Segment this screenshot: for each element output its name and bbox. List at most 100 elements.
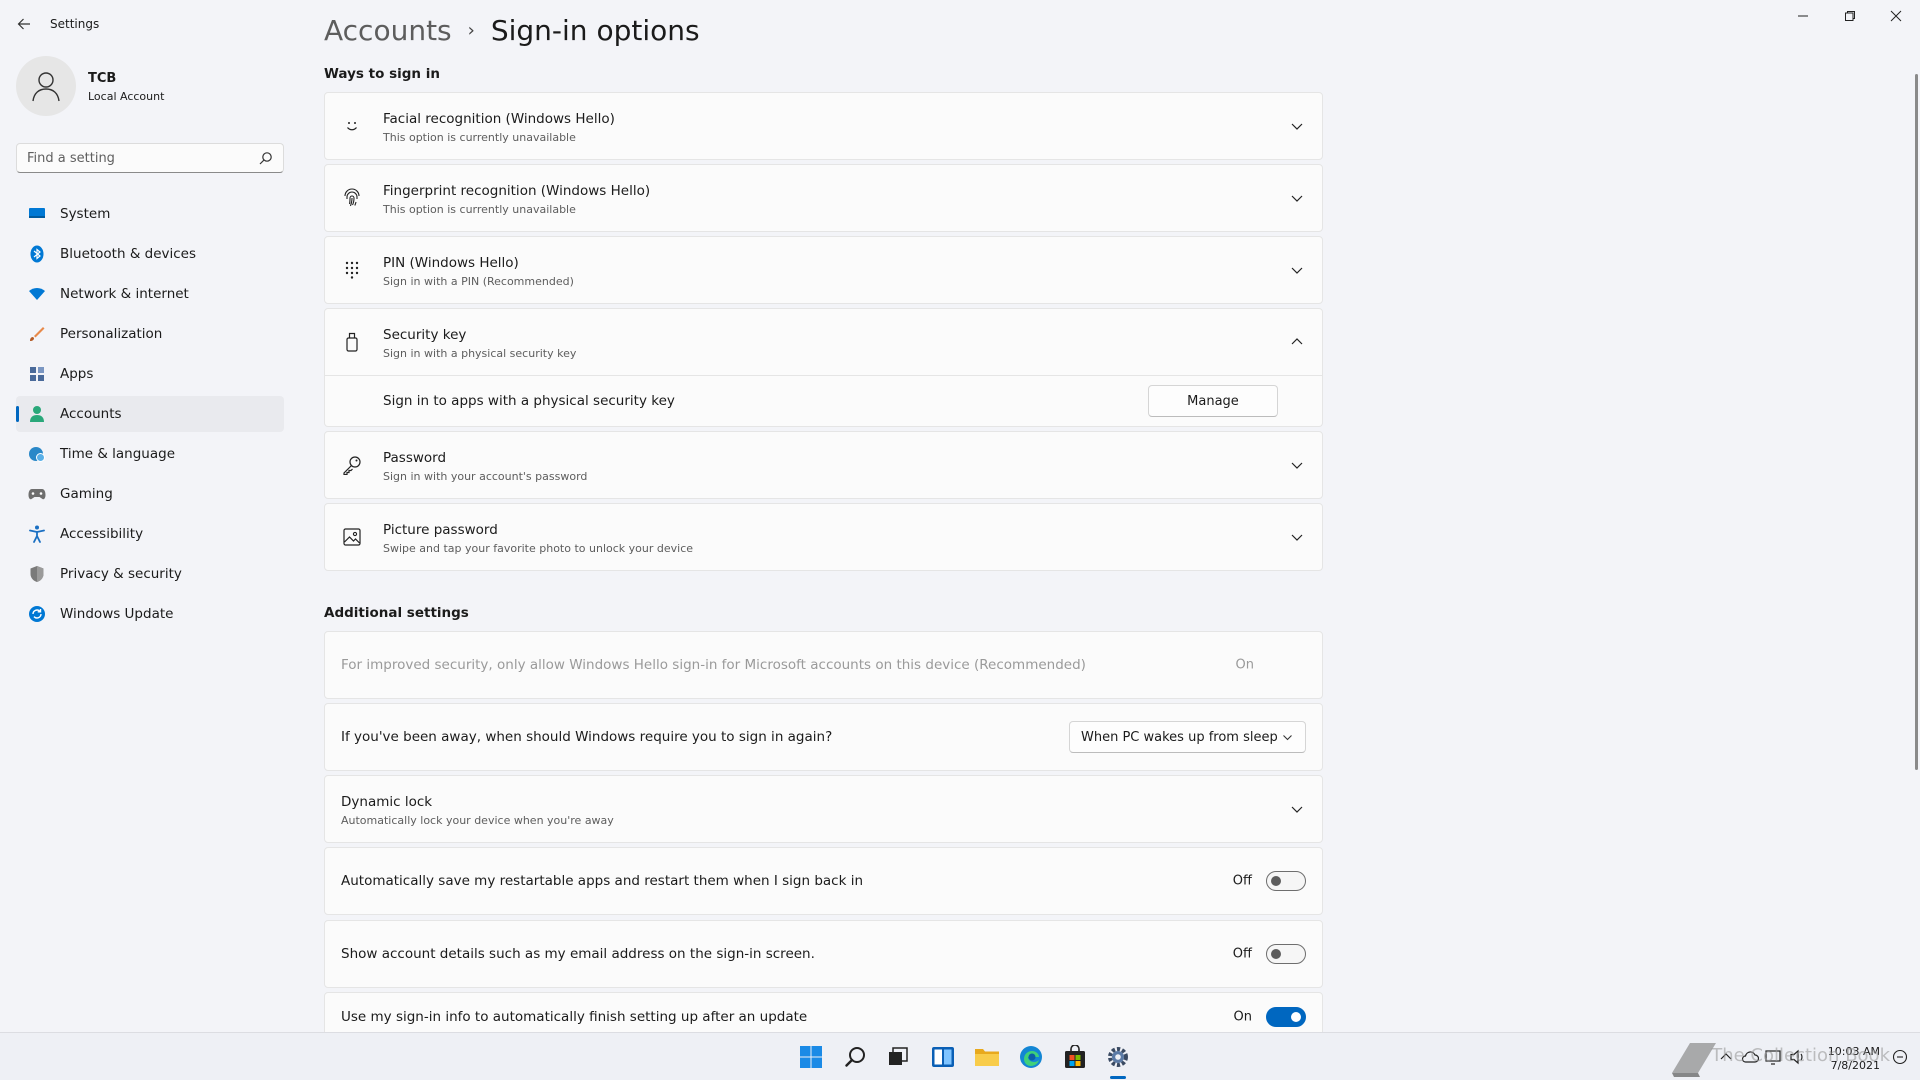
dynamic-lock-title: Dynamic lock	[341, 794, 433, 810]
taskbar-search-button[interactable]	[843, 1044, 869, 1070]
breadcrumb: Accounts › Sign-in options	[324, 10, 700, 50]
section-title-additional: Additional settings	[324, 605, 469, 621]
person-icon	[28, 405, 46, 423]
search-icon[interactable]	[259, 151, 273, 165]
task-view-button[interactable]	[885, 1044, 911, 1070]
breadcrumb-parent-link[interactable]: Accounts	[324, 14, 452, 47]
dynamic-lock-setting[interactable]: Dynamic lock Automatically lock your dev…	[324, 775, 1323, 843]
sidebar-item-label: Personalization	[60, 326, 163, 342]
sidebar-item-label: Accounts	[60, 406, 122, 422]
file-explorer-button[interactable]	[974, 1044, 1000, 1070]
chevron-up-icon[interactable]	[1290, 335, 1304, 349]
require-signin-value: When PC wakes up from sleep	[1081, 730, 1278, 745]
account-details-setting: Show account details such as my email ad…	[324, 920, 1323, 988]
user-profile[interactable]: TCB Local Account	[16, 56, 276, 120]
sidebar-item-label: Accessibility	[60, 526, 144, 542]
edge-browser-button[interactable]	[1018, 1044, 1044, 1070]
avatar	[16, 56, 76, 116]
chevron-down-icon[interactable]	[1290, 530, 1304, 544]
picture-icon	[341, 526, 363, 548]
signin-option-facial[interactable]: Facial recognition (Windows Hello) This …	[324, 92, 1323, 160]
gamepad-icon	[28, 485, 46, 503]
restart-apps-toggle[interactable]	[1266, 871, 1306, 891]
restore-button[interactable]	[1827, 0, 1873, 32]
sidebar-item-system[interactable]: System	[16, 196, 284, 232]
hello-only-state: On	[1235, 657, 1254, 673]
sidebar-item-windows-update[interactable]: Windows Update	[16, 596, 284, 632]
option-title: Facial recognition (Windows Hello)	[383, 111, 615, 127]
option-subtitle: Sign in with a physical security key	[383, 347, 577, 360]
restart-apps-label: Automatically save my restartable apps a…	[341, 873, 864, 889]
minimize-button[interactable]	[1780, 0, 1826, 32]
option-title: Fingerprint recognition (Windows Hello)	[383, 183, 651, 199]
sidebar-item-time-language[interactable]: Time & language	[16, 436, 284, 472]
store-button[interactable]	[1062, 1044, 1088, 1070]
option-subtitle: Sign in with your account's password	[383, 470, 588, 483]
chevron-down-icon[interactable]	[1290, 191, 1304, 205]
settings-app-button[interactable]	[1105, 1044, 1131, 1070]
brush-icon	[28, 325, 46, 343]
monitor-icon	[28, 205, 46, 223]
option-title: Security key	[383, 327, 467, 343]
security-key-detail-row: Sign in to apps with a physical security…	[324, 376, 1323, 427]
chevron-down-icon[interactable]	[1290, 119, 1304, 133]
breadcrumb-separator: ›	[467, 19, 475, 41]
signin-option-security-key[interactable]: Security key Sign in with a physical sec…	[324, 308, 1323, 376]
sidebar-item-accounts[interactable]: Accounts	[16, 396, 284, 432]
account-details-toggle[interactable]	[1266, 944, 1306, 964]
accessibility-icon	[28, 525, 46, 543]
signin-option-password[interactable]: Password Sign in with your account's pas…	[324, 431, 1323, 499]
sidebar-item-apps[interactable]: Apps	[16, 356, 284, 392]
signin-option-picture-password[interactable]: Picture password Swipe and tap your favo…	[324, 503, 1323, 571]
sidebar-item-label: Gaming	[60, 486, 113, 502]
hello-only-setting: For improved security, only allow Window…	[324, 631, 1323, 699]
title-bar: Settings	[0, 0, 1920, 48]
sidebar-nav: System Bluetooth & devices Network & int…	[16, 196, 284, 636]
close-button[interactable]	[1873, 0, 1919, 32]
sidebar-item-gaming[interactable]: Gaming	[16, 476, 284, 512]
search-input[interactable]	[17, 144, 247, 172]
toggle-knob	[1271, 876, 1281, 886]
finish-setup-toggle[interactable]	[1266, 1006, 1306, 1027]
notification-icon[interactable]	[1890, 1047, 1910, 1067]
sidebar-item-network[interactable]: Network & internet	[16, 276, 284, 312]
bluetooth-icon	[28, 245, 46, 263]
apps-icon	[28, 365, 46, 383]
security-key-detail-label: Sign in to apps with a physical security…	[383, 393, 675, 409]
widgets-button[interactable]	[930, 1044, 956, 1070]
widgets-icon	[932, 1047, 954, 1067]
finish-setup-label: Use my sign-in info to automatically fin…	[341, 1008, 808, 1025]
chevron-down-icon[interactable]	[1290, 802, 1304, 816]
signin-option-pin[interactable]: PIN (Windows Hello) Sign in with a PIN (…	[324, 236, 1323, 304]
start-button[interactable]	[798, 1044, 824, 1070]
option-title: PIN (Windows Hello)	[383, 255, 519, 271]
option-subtitle: This option is currently unavailable	[383, 131, 576, 144]
option-title: Password	[383, 450, 447, 466]
edge-icon	[1020, 1046, 1042, 1068]
store-icon	[1065, 1045, 1085, 1068]
search-icon	[845, 1047, 865, 1067]
finish-setup-state: On	[1233, 1009, 1252, 1025]
account-details-label: Show account details such as my email ad…	[341, 946, 815, 962]
account-details-state: Off	[1232, 946, 1252, 962]
chevron-down-icon[interactable]	[1290, 458, 1304, 472]
option-subtitle: Sign in with a PIN (Recommended)	[383, 275, 574, 288]
option-subtitle: Swipe and tap your favorite photo to unl…	[383, 542, 694, 555]
sidebar-item-accessibility[interactable]: Accessibility	[16, 516, 284, 552]
back-button[interactable]	[12, 12, 36, 36]
taskbar: 10:03 AM 7/8/2021 The Collection Book	[0, 1032, 1920, 1080]
gear-icon	[1108, 1047, 1128, 1067]
update-icon	[28, 605, 46, 623]
chevron-down-icon[interactable]	[1290, 263, 1304, 277]
chevron-down-icon	[1283, 735, 1292, 741]
sidebar-item-privacy-security[interactable]: Privacy & security	[16, 556, 284, 592]
toggle-knob	[1271, 949, 1281, 959]
signin-option-fingerprint[interactable]: Fingerprint recognition (Windows Hello) …	[324, 164, 1323, 232]
manage-security-key-button[interactable]: Manage	[1148, 385, 1278, 417]
sidebar-item-personalization[interactable]: Personalization	[16, 316, 284, 352]
scrollbar[interactable]	[1915, 74, 1918, 770]
sidebar-item-bluetooth[interactable]: Bluetooth & devices	[16, 236, 284, 272]
active-app-indicator	[1110, 1076, 1126, 1079]
require-signin-dropdown[interactable]: When PC wakes up from sleep	[1069, 721, 1306, 753]
face-icon	[341, 115, 363, 137]
